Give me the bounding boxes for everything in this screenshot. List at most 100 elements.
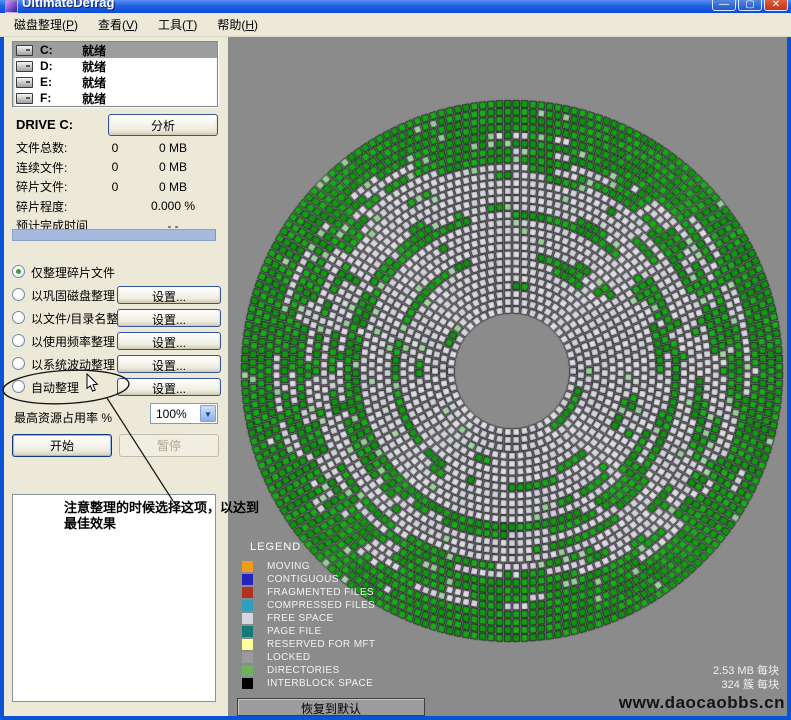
legend-label: FRAGMENTED FILES — [267, 587, 374, 598]
legend-label: INTERBLOCK SPACE — [267, 678, 373, 689]
stat-row-3: 碎片程度:0.000 % — [16, 197, 218, 217]
stat-count: 0 — [102, 141, 128, 155]
menu-item-v[interactable]: 查看(V) — [88, 13, 148, 36]
radio-button[interactable] — [12, 265, 25, 278]
option-row-2[interactable]: 以文件/目录名整理设置... — [12, 307, 221, 330]
legend-item: CONTIGUOUS — [242, 573, 375, 586]
legend-swatch — [242, 574, 253, 585]
option-row-0[interactable]: 仅整理碎片文件 — [12, 261, 221, 284]
stat-row-2: 碎片文件:00 MB — [16, 177, 218, 197]
resource-usage-dropdown[interactable]: 100% ▼ — [150, 403, 218, 424]
legend-label: COMPRESSED FILES — [267, 600, 375, 611]
defrag-method-options: 仅整理碎片文件以巩固磁盘整理设置...以文件/目录名整理设置...以使用频率整理… — [12, 261, 221, 399]
radio-button[interactable] — [12, 334, 25, 347]
drive-row-F[interactable]: F:就绪 — [13, 90, 217, 106]
drive-row-E[interactable]: E:就绪 — [13, 74, 217, 90]
legend-swatch — [242, 652, 253, 663]
legend-label: CONTIGUOUS — [267, 574, 339, 585]
legend-label: RESERVED FOR MFT — [267, 639, 375, 650]
option-row-5[interactable]: 自动整理 设置... — [12, 376, 221, 399]
restore-default-button[interactable]: 恢复到默认 — [237, 698, 425, 716]
watermark-text: www.daocaobbs.cn — [619, 693, 785, 713]
option-label: 以文件/目录名整理 — [31, 310, 130, 327]
legend: LEGEND MOVINGCONTIGUOUSFRAGMENTED FILESC… — [242, 541, 375, 690]
legend-swatch — [242, 561, 253, 572]
drive-status: 就绪 — [82, 58, 106, 75]
radio-button[interactable] — [12, 380, 25, 393]
close-button[interactable]: ✕ — [764, 0, 788, 11]
annotation-note: 注意整理的时候选择这项，以达到 最佳效果 — [64, 500, 374, 532]
drive-icon — [16, 77, 33, 88]
legend-swatch — [242, 665, 253, 676]
option-label: 以系统波动整理 — [31, 356, 115, 373]
stats-table: 文件总数:00 MB连续文件:00 MB碎片文件:00 MB碎片程度:0.000… — [16, 138, 218, 236]
analyze-button[interactable]: 分析 — [108, 114, 218, 136]
legend-item: RESERVED FOR MFT — [242, 638, 375, 651]
block-info: 2.53 MB 每块 324 簇 每块 — [713, 664, 779, 692]
legend-swatch — [242, 678, 253, 689]
option-label: 自动整理 — [31, 379, 79, 396]
pause-button[interactable]: 暂停 — [119, 434, 219, 457]
option-label: 以使用频率整理 — [31, 333, 115, 350]
legend-item: FRAGMENTED FILES — [242, 586, 375, 599]
title-bar[interactable]: UltimateDefrag — ▢ ✕ — [0, 0, 791, 13]
drive-name: D: — [40, 59, 82, 73]
menu-item-p[interactable]: 磁盘整理(P) — [4, 13, 88, 36]
legend-swatch — [242, 600, 253, 611]
maximize-button[interactable]: ▢ — [738, 0, 762, 11]
drive-name: E: — [40, 75, 82, 89]
drive-row-D[interactable]: D:就绪 — [13, 58, 217, 74]
settings-button[interactable]: 设置... — [117, 309, 221, 327]
option-label: 仅整理碎片文件 — [31, 264, 115, 281]
drive-status: 就绪 — [82, 90, 106, 107]
settings-button[interactable]: 设置... — [117, 355, 221, 373]
app-icon — [5, 0, 18, 13]
legend-label: DIRECTORIES — [267, 665, 340, 676]
start-button[interactable]: 开始 — [12, 434, 112, 457]
menu-bar: 磁盘整理(P)查看(V)工具(T)帮助(H) — [0, 13, 791, 37]
legend-swatch — [242, 626, 253, 637]
option-row-1[interactable]: 以巩固磁盘整理设置... — [12, 284, 221, 307]
radio-button[interactable] — [12, 311, 25, 324]
disk-view-panel: LEGEND MOVINGCONTIGUOUSFRAGMENTED FILESC… — [228, 37, 787, 716]
stat-count: 0 — [102, 160, 128, 174]
drive-icon — [16, 61, 33, 72]
option-row-4[interactable]: 以系统波动整理设置... — [12, 353, 221, 376]
chevron-down-icon[interactable]: ▼ — [200, 405, 216, 422]
drive-row-C[interactable]: C:就绪 — [13, 42, 217, 58]
minimize-button[interactable]: — — [712, 0, 736, 11]
radio-button[interactable] — [12, 357, 25, 370]
stat-row-1: 连续文件:00 MB — [16, 158, 218, 178]
menu-item-h[interactable]: 帮助(H) — [207, 13, 268, 36]
drive-name: C: — [40, 43, 82, 57]
legend-swatch — [242, 639, 253, 650]
stat-size: 0.000 % — [128, 199, 218, 213]
stat-size: 0 MB — [128, 141, 218, 155]
drive-list[interactable]: C:就绪D:就绪E:就绪F:就绪 — [12, 41, 218, 107]
option-row-3[interactable]: 以使用频率整理设置... — [12, 330, 221, 353]
legend-label: MOVING — [267, 561, 310, 572]
control-panel: C:就绪D:就绪E:就绪F:就绪 DRIVE C: 分析 文件总数:00 MB连… — [4, 37, 228, 716]
settings-button[interactable]: 设置... — [117, 332, 221, 350]
block-size-text: 2.53 MB 每块 — [713, 664, 779, 678]
progress-fill — [13, 230, 216, 240]
dropdown-value: 100% — [156, 407, 187, 421]
progress-bar — [12, 229, 216, 241]
radio-button[interactable] — [12, 288, 25, 301]
annotation-line2: 最佳效果 — [64, 516, 374, 532]
drive-icon — [16, 45, 33, 56]
cluster-info-text: 324 簇 每块 — [713, 678, 779, 692]
stat-row-0: 文件总数:00 MB — [16, 138, 218, 158]
drive-status: 就绪 — [82, 42, 106, 59]
settings-button[interactable]: 设置... — [117, 378, 221, 396]
legend-item: PAGE FILE — [242, 625, 375, 638]
drive-status: 就绪 — [82, 74, 106, 91]
legend-rows: MOVING CONTIGUOUS FRAGMENTED FILES COMPRESS… — [242, 560, 375, 690]
annotation-line1: 注意整理的时候选择这项，以达到 — [64, 500, 374, 516]
legend-item: FREE SPACE — [242, 612, 375, 625]
settings-button[interactable]: 设置... — [117, 286, 221, 304]
legend-item: DIRECTORIES — [242, 664, 375, 677]
stat-size: 0 MB — [128, 160, 218, 174]
legend-swatch — [242, 587, 253, 598]
menu-item-t[interactable]: 工具(T) — [148, 13, 207, 36]
